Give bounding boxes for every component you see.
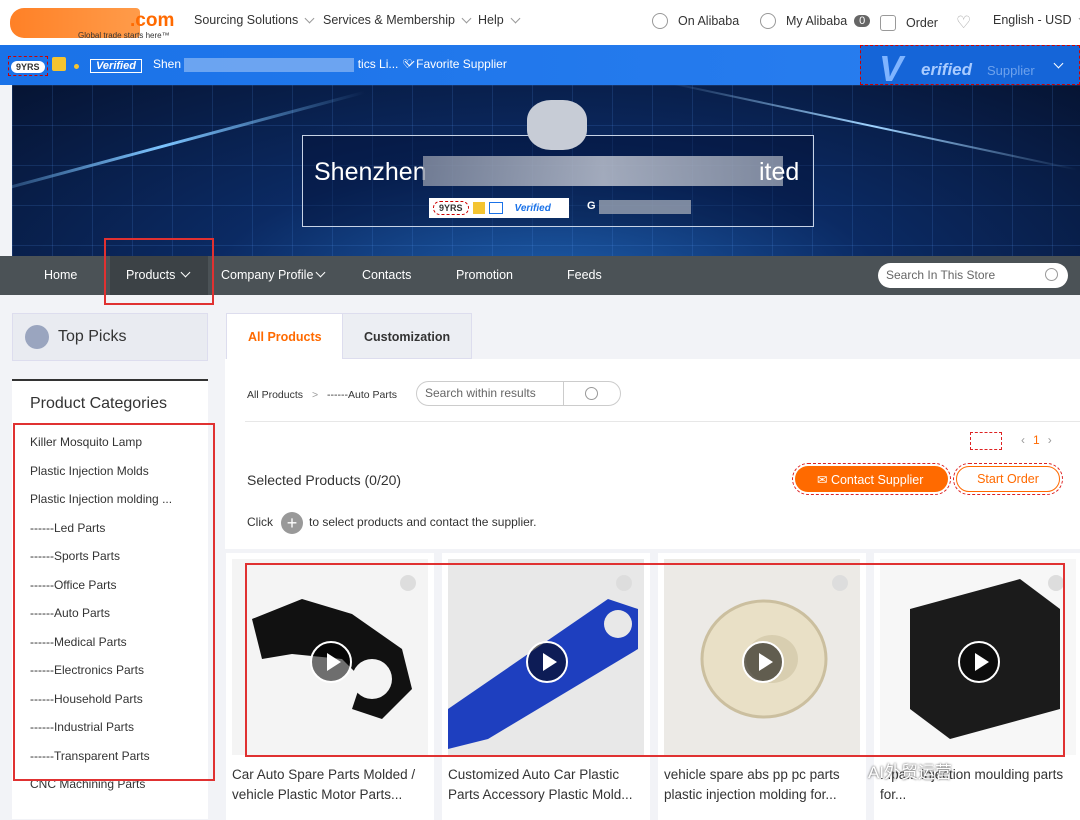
alibaba-logo[interactable]: .com Global trade starts here™ [10, 8, 180, 40]
heart-outline-icon: ♡ [402, 57, 413, 71]
notification-badge: 0 [854, 15, 871, 27]
services-membership-menu[interactable]: Services & Membership [323, 13, 472, 27]
chevron-down-icon [461, 13, 472, 24]
top-picks-link[interactable]: Top Picks [12, 313, 208, 361]
categories-title: Product Categories [30, 395, 167, 412]
nav-contacts[interactable]: Contacts [362, 268, 411, 282]
on-alibaba-search[interactable]: On Alibaba [652, 13, 739, 29]
breadcrumb: All Products > ------Auto Parts [247, 389, 398, 401]
mail-icon: ✉ [817, 473, 831, 487]
language-currency-selector[interactable]: English - USD [993, 13, 1080, 27]
chevron-down-icon [510, 13, 521, 24]
search-icon [652, 13, 668, 29]
tab-customization[interactable]: Customization [342, 313, 473, 359]
watermark: AI外贸运营 [868, 763, 953, 782]
company-badges: 9YRS Verified [429, 198, 569, 218]
chevron-down-icon [315, 267, 326, 278]
store-icon [25, 325, 49, 349]
tab-all-products[interactable]: All Products [226, 313, 344, 359]
blurred-region [184, 57, 355, 72]
breadcrumb-leaf: ------Auto Parts [327, 389, 398, 401]
product-tabs: All Products Customization [225, 313, 1080, 359]
sourcing-solutions-menu[interactable]: Sourcing Solutions [194, 13, 315, 27]
verified-badge: Verified [90, 59, 142, 73]
search-icon[interactable] [585, 387, 598, 400]
gold-supplier-icon [472, 202, 485, 214]
user-icon [760, 13, 776, 29]
supplier-name-link[interactable]: Shen tics Li... [153, 56, 415, 72]
verified-supplier-dropdown[interactable]: V erified Supplier [860, 45, 1080, 89]
highlight-box-categories [13, 423, 215, 781]
order-link[interactable]: Order ♡ [880, 13, 971, 33]
pagination[interactable]: ‹ 1 › [1021, 433, 1052, 447]
top-bar: .com Global trade starts here™ Sourcing … [0, 0, 1080, 45]
plus-icon[interactable]: + [281, 512, 303, 534]
blurred-region [423, 156, 783, 186]
contact-supplier-button[interactable]: ✉ Contact Supplier [792, 463, 951, 495]
product-title[interactable]: vehicle spare abs pp pc parts plastic in… [664, 765, 864, 805]
dot-icon [74, 64, 79, 69]
nav-feeds[interactable]: Feeds [567, 268, 602, 282]
product-toolbar: All Products > ------Auto Parts Search w… [225, 359, 1080, 549]
search-icon[interactable] [1045, 268, 1058, 281]
supplier-bar: 9YRS Verified Shen tics Li... ♡ Favorite… [0, 45, 1080, 89]
heart-icon[interactable]: ♡ [956, 13, 971, 33]
assessed-icon [488, 202, 503, 214]
product-title[interactable]: Customized Auto Car Plastic Parts Access… [448, 765, 648, 805]
company-logo [527, 100, 587, 150]
gold-supplier-icon [52, 57, 66, 71]
store-search-input[interactable]: Search In This Store [878, 263, 1068, 288]
nav-promotion[interactable]: Promotion [456, 268, 513, 282]
product-title[interactable]: Car Auto Spare Parts Molded / vehicle Pl… [232, 765, 432, 805]
select-hint: Click + to select products and contact the… [247, 512, 537, 534]
category-item[interactable]: CNC Machining Parts [30, 777, 208, 806]
highlight-box-products [104, 238, 214, 305]
chevron-down-icon [1053, 58, 1064, 69]
selected-products-count: Selected Products (0/20) [247, 472, 402, 488]
breadcrumb-root[interactable]: All Products [247, 389, 303, 401]
favorite-supplier-button[interactable]: ♡ Favorite Supplier [402, 57, 507, 71]
help-menu[interactable]: Help [478, 13, 521, 27]
chevron-down-icon [304, 13, 315, 24]
blurred-region [599, 200, 691, 214]
nav-company-profile[interactable]: Company Profile [221, 267, 326, 282]
nav-home[interactable]: Home [44, 268, 77, 282]
start-order-button[interactable]: Start Order [953, 463, 1063, 495]
highlight-box-products-grid [245, 563, 1065, 757]
view-toggle-icons[interactable] [970, 432, 1002, 450]
years-badge: 9YRS [8, 56, 48, 76]
search-within-results-input[interactable]: Search within results [416, 381, 621, 406]
divider [245, 421, 1080, 422]
order-icon [880, 15, 896, 31]
my-alibaba-link[interactable]: My Alibaba 0 [760, 13, 871, 29]
